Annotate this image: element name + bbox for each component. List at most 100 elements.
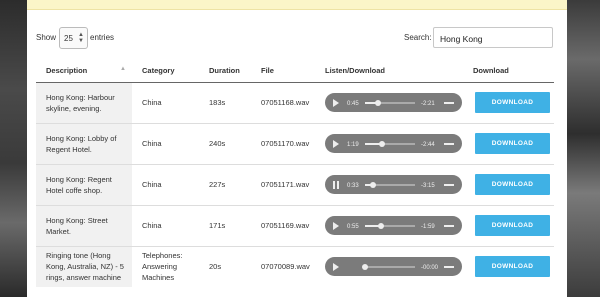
- cell-download: DOWNLOAD: [463, 81, 554, 123]
- download-button[interactable]: DOWNLOAD: [475, 133, 550, 154]
- table-row: Hong Kong: Harbour skyline, evening. Chin…: [36, 81, 554, 123]
- cell-description: Ringing tone (Hong Kong, Australia, NZ) …: [36, 245, 132, 287]
- search-input[interactable]: Hong Kong: [433, 27, 553, 48]
- column-header-download[interactable]: Download: [463, 59, 554, 83]
- column-header-file[interactable]: File: [251, 59, 315, 83]
- volume-icon[interactable]: [444, 184, 454, 186]
- cell-duration: 171s: [199, 204, 251, 246]
- column-header-category[interactable]: Category: [132, 59, 199, 83]
- download-button[interactable]: DOWNLOAD: [475, 92, 550, 113]
- cell-category: China: [132, 163, 199, 205]
- table-row: Hong Kong: Regent Hotel coffe shop. China…: [36, 163, 554, 205]
- entries-label: entries: [90, 33, 115, 42]
- seek-slider[interactable]: [365, 223, 415, 229]
- cell-download: DOWNLOAD: [463, 163, 554, 205]
- table-body: Hong Kong: Harbour skyline, evening. Chin…: [36, 81, 554, 287]
- download-button[interactable]: DOWNLOAD: [475, 256, 550, 278]
- volume-icon[interactable]: [444, 102, 454, 104]
- current-time: 0:55: [347, 224, 359, 230]
- play-icon[interactable]: [333, 140, 339, 148]
- column-header-description[interactable]: Description ▲: [36, 59, 132, 83]
- seek-slider[interactable]: [365, 141, 415, 147]
- remaining-time: -1:59: [421, 224, 435, 230]
- audio-player: 1:19 -2:44: [325, 134, 462, 153]
- cell-duration: 227s: [199, 163, 251, 205]
- column-header-duration[interactable]: Duration: [199, 59, 251, 83]
- cell-player: -00:00: [315, 245, 463, 287]
- cell-category: Telephones: Answering Machines: [132, 245, 199, 287]
- audio-player: 0:45 -2:21: [325, 93, 462, 112]
- column-header-label: Duration: [209, 65, 240, 75]
- cell-player: 0:33 -3:15: [315, 163, 463, 205]
- play-icon[interactable]: [333, 222, 339, 230]
- seek-handle[interactable]: [374, 100, 381, 106]
- cell-category: China: [132, 81, 199, 123]
- column-header-label: Listen/Download: [325, 65, 385, 75]
- cell-duration: 240s: [199, 122, 251, 164]
- volume-icon[interactable]: [444, 143, 454, 145]
- entries-length-select[interactable]: 25 ▲ ▼: [59, 27, 88, 49]
- entries-length-value: 25: [64, 34, 73, 43]
- seek-handle[interactable]: [378, 223, 384, 229]
- remaining-time: -2:21: [421, 101, 435, 107]
- search-label: Search:: [404, 33, 432, 42]
- column-header-label: Download: [473, 65, 509, 75]
- download-button[interactable]: DOWNLOAD: [475, 174, 550, 195]
- table-row: Ringing tone (Hong Kong, Australia, NZ) …: [36, 245, 554, 287]
- current-time: 0:33: [347, 183, 359, 189]
- pause-icon[interactable]: [333, 181, 339, 189]
- sort-asc-icon: ▲: [120, 66, 126, 72]
- play-icon[interactable]: [333, 263, 339, 272]
- cell-file: 07051169.wav: [251, 204, 315, 246]
- table-controls: Show 25 ▲ ▼ entries Search: Hong Kong: [27, 24, 567, 50]
- cell-player: 0:45 -2:21: [315, 81, 463, 123]
- column-header-label: File: [261, 65, 274, 75]
- cell-file: 07070089.wav: [251, 245, 315, 287]
- table-header-row: Description ▲ Category Duration File List…: [36, 59, 554, 83]
- column-header-label: Description: [46, 65, 88, 75]
- cell-description: Hong Kong: Street Market.: [36, 204, 132, 246]
- cell-file: 07051170.wav: [251, 122, 315, 164]
- seek-handle[interactable]: [362, 264, 368, 271]
- remaining-time: -00:00: [421, 265, 439, 272]
- table-row: Hong Kong: Street Market. China 171s 070511…: [36, 204, 554, 246]
- play-icon[interactable]: [333, 99, 339, 107]
- current-time: 0:45: [347, 101, 359, 107]
- audio-player: 0:55 -1:59: [325, 216, 462, 235]
- remaining-time: -3:15: [421, 183, 435, 189]
- cell-download: DOWNLOAD: [463, 122, 554, 164]
- volume-icon[interactable]: [444, 266, 454, 269]
- seek-slider[interactable]: [362, 264, 415, 271]
- cell-file: 07051171.wav: [251, 163, 315, 205]
- download-button[interactable]: DOWNLOAD: [475, 215, 550, 236]
- remaining-time: -2:44: [421, 142, 435, 148]
- cell-description: Hong Kong: Regent Hotel coffe shop.: [36, 163, 132, 205]
- column-header-listen[interactable]: Listen/Download: [315, 59, 463, 83]
- seek-slider[interactable]: [365, 182, 415, 188]
- volume-icon[interactable]: [444, 225, 454, 227]
- background-photo-right: [567, 0, 600, 297]
- table-row: Hong Kong: Lobby of Regent Hotel. China 24…: [36, 122, 554, 164]
- current-time: 1:19: [347, 142, 359, 148]
- seek-handle[interactable]: [369, 182, 376, 188]
- background-photo-left: [0, 0, 27, 297]
- cell-download: DOWNLOAD: [463, 204, 554, 246]
- cell-duration: 20s: [199, 245, 251, 287]
- seek-handle[interactable]: [378, 141, 385, 147]
- cell-duration: 183s: [199, 81, 251, 123]
- cell-category: China: [132, 122, 199, 164]
- cell-category: China: [132, 204, 199, 246]
- audio-player: 0:33 -3:15: [325, 175, 462, 194]
- cell-download: DOWNLOAD: [463, 245, 554, 287]
- cell-player: 0:55 -1:59: [315, 204, 463, 246]
- content-panel: Show 25 ▲ ▼ entries Search: Hong Kong Des…: [27, 0, 567, 297]
- column-header-label: Category: [142, 65, 175, 75]
- cell-player: 1:19 -2:44: [315, 122, 463, 164]
- select-arrows-icon: ▲ ▼: [78, 32, 84, 44]
- cell-file: 07051168.wav: [251, 81, 315, 123]
- seek-slider[interactable]: [365, 100, 415, 106]
- audio-player: -00:00: [325, 257, 462, 277]
- show-label: Show: [36, 33, 57, 42]
- notice-bar: [27, 0, 567, 10]
- cell-description: Hong Kong: Harbour skyline, evening.: [36, 81, 132, 123]
